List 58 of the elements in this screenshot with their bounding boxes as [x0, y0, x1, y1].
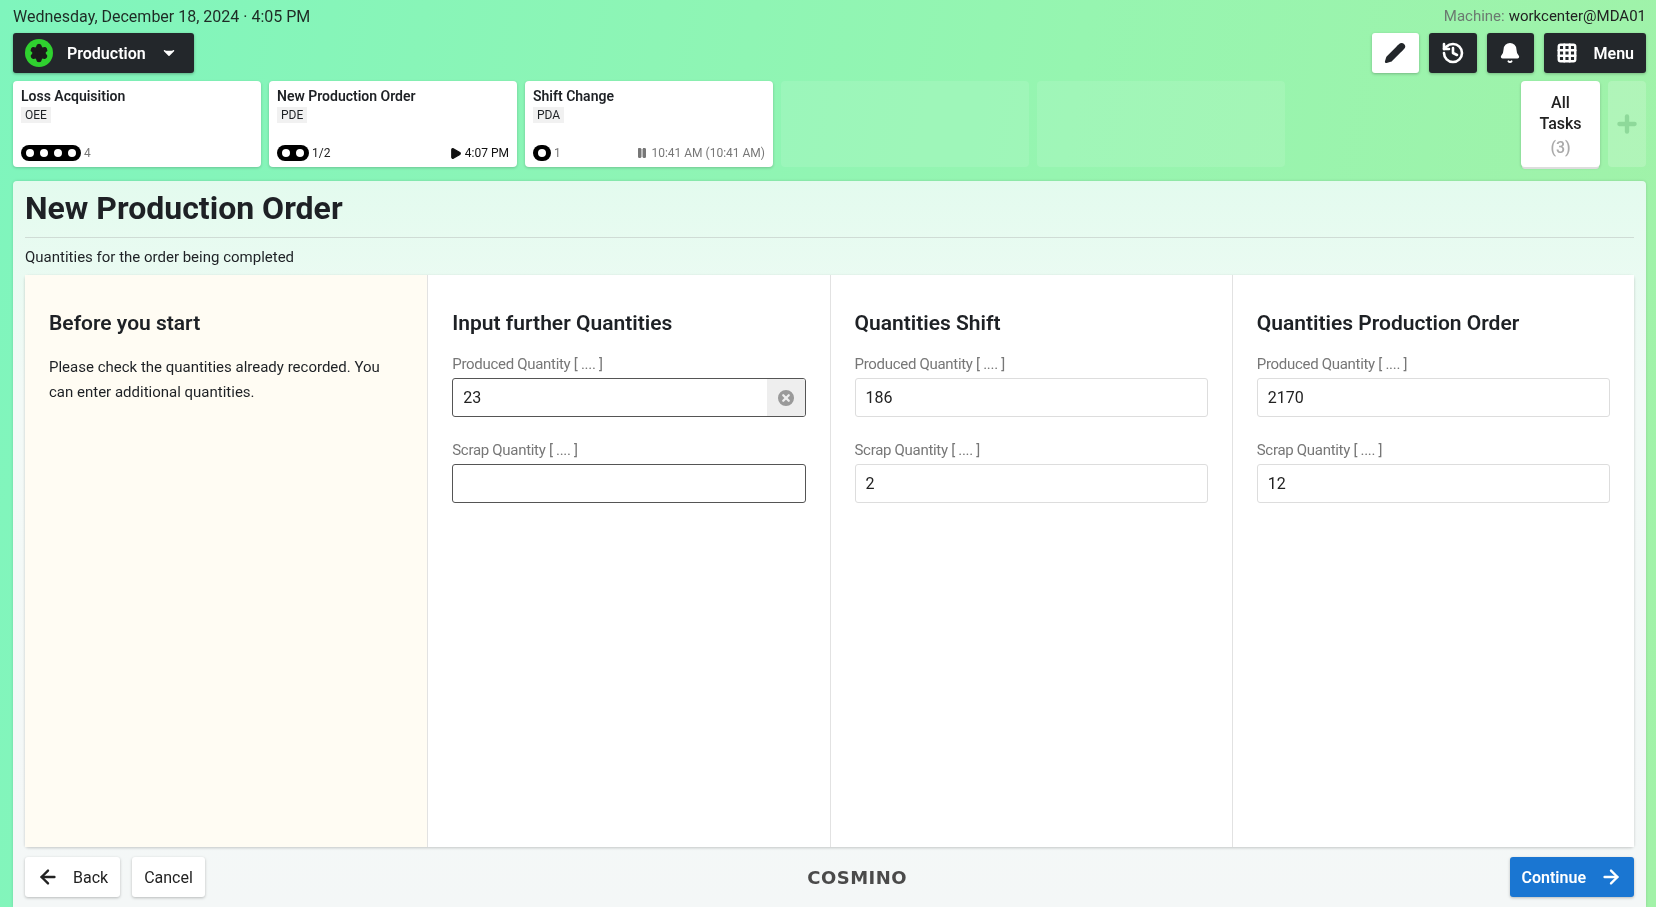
- pause-icon: [636, 147, 649, 159]
- task-tag: PDE: [277, 107, 308, 123]
- logo-text: COSMINO: [807, 866, 908, 888]
- task-card[interactable]: Loss Acquisition OEE 4: [13, 81, 261, 167]
- cancel-button[interactable]: Cancel: [132, 857, 205, 897]
- input-field[interactable]: [452, 464, 806, 503]
- all-tasks-button[interactable]: All Tasks (3): [1521, 81, 1600, 167]
- field-label: Scrap Quantity [ .... ]: [452, 441, 579, 459]
- date-time: Wednesday, December 18, 2024 · 4:05 PM: [13, 6, 311, 26]
- task-tag: PDA: [533, 107, 565, 123]
- info-title: Before you start: [49, 311, 202, 335]
- column-title: Quantities Production Order: [1256, 311, 1521, 335]
- progress-rings-icon: [277, 145, 309, 161]
- task-time: 10:41 AM (10:41 AM): [651, 146, 765, 160]
- column-title: Quantities Shift: [854, 311, 1002, 335]
- field-label: Scrap Quantity [ .... ]: [854, 441, 981, 459]
- field-label: Produced Quantity [ .... ]: [854, 355, 1006, 373]
- machine-name: workcenter@MDA01: [1508, 7, 1646, 25]
- column-title: Input further Quantities: [452, 311, 674, 335]
- continue-button[interactable]: Continue: [1509, 857, 1634, 897]
- task-count: 1: [554, 146, 561, 160]
- task-card[interactable]: New Production Order PDE 1/2 4:07 PM: [269, 81, 517, 167]
- field-label: Produced Quantity [ .... ]: [1256, 355, 1409, 373]
- field-label: Produced Quantity [ .... ]: [452, 355, 604, 373]
- task-count: 1/2: [312, 146, 331, 160]
- task-title: Shift Change: [533, 88, 615, 104]
- progress-rings-icon: [533, 145, 551, 161]
- field-label: Scrap Quantity [ .... ]: [1256, 441, 1384, 459]
- input-field[interactable]: 186: [854, 378, 1208, 417]
- gear-icon: [25, 39, 53, 67]
- task-time: 4:07 PM: [464, 146, 509, 160]
- menu-button[interactable]: Menu: [1543, 33, 1646, 73]
- task-tag: OEE: [21, 107, 51, 123]
- pencil-icon: [1384, 42, 1406, 64]
- input-field[interactable]: 2: [854, 464, 1208, 503]
- task-card[interactable]: Shift Change PDA 1 10:41 AM (10:41 AM): [525, 81, 773, 167]
- machine-label: Machine:: [1443, 7, 1505, 25]
- input-field[interactable]: 23: [452, 378, 806, 417]
- back-button[interactable]: Back: [25, 857, 121, 897]
- plus-icon: [1614, 111, 1640, 137]
- task-title: New Production Order: [277, 88, 417, 104]
- progress-rings-icon: [21, 145, 81, 161]
- grid-icon: [1555, 42, 1578, 64]
- clear-button[interactable]: [766, 379, 805, 416]
- task-title: Loss Acquisition: [21, 88, 127, 104]
- input-field[interactable]: 12: [1256, 464, 1610, 503]
- edit-button[interactable]: [1371, 33, 1419, 73]
- history-button[interactable]: [1428, 33, 1477, 73]
- mode-dropdown[interactable]: Production: [13, 33, 194, 73]
- page-subtitle: Quantities for the order being completed: [25, 248, 296, 266]
- bell-icon: [1499, 42, 1521, 64]
- task-count: 4: [84, 146, 91, 160]
- play-icon: [448, 146, 462, 160]
- notifications-button[interactable]: [1486, 33, 1534, 73]
- page-title: New Production Order: [25, 189, 1634, 238]
- input-field[interactable]: 2170: [1256, 378, 1610, 417]
- history-icon: [1440, 41, 1465, 65]
- info-text: Please check the quantities already recorded. You can enter additional quantities.: [49, 357, 381, 403]
